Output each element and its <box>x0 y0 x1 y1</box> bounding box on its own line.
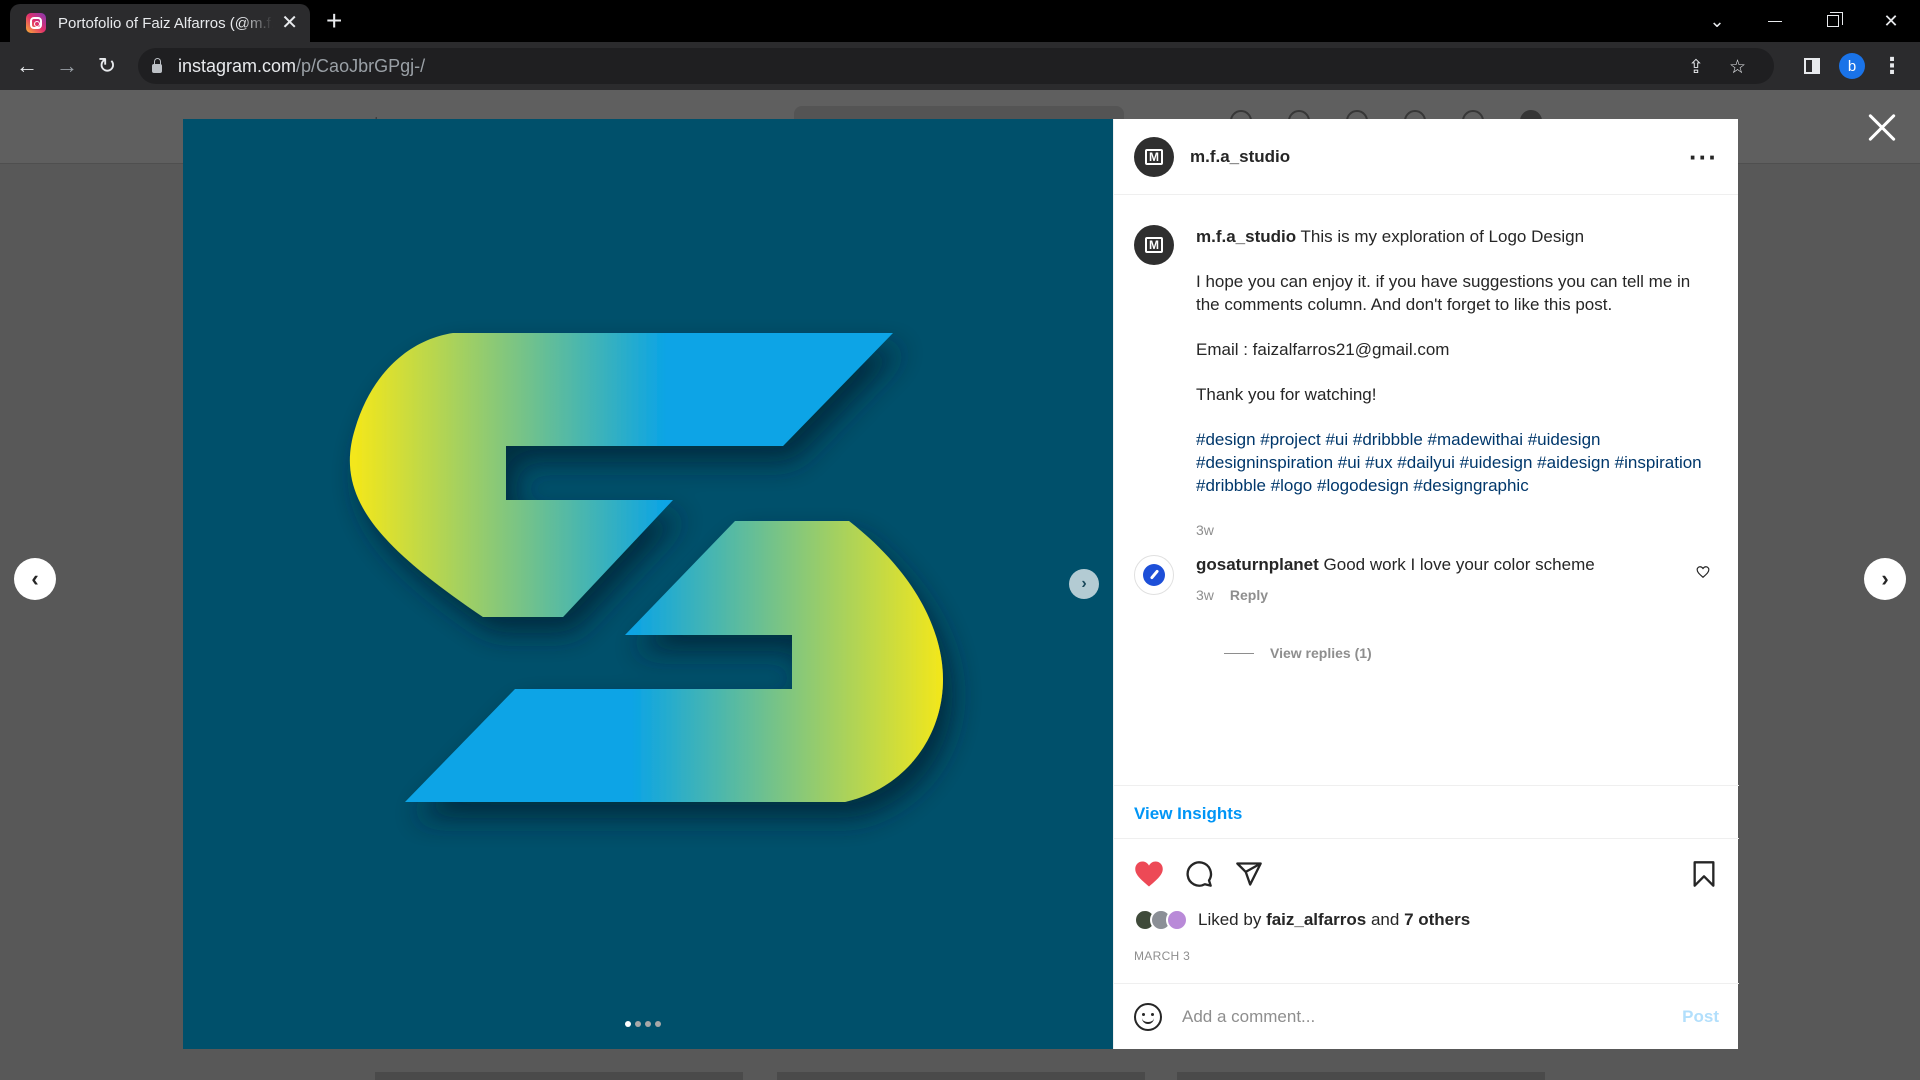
carousel-dot <box>645 1021 651 1027</box>
menu-icon[interactable]: ⋮ <box>1876 50 1908 82</box>
grid-thumb-dimmed <box>375 1072 743 1080</box>
share-paper-plane-icon[interactable] <box>1232 857 1266 891</box>
comment-time[interactable]: 3w <box>1196 587 1214 603</box>
bookmark-star-icon[interactable]: ☆ <box>1729 56 1746 79</box>
tab-title: Portofolio of Faiz Alfarros (@m.f.a_stud… <box>58 14 273 32</box>
reload-icon[interactable]: ↻ <box>91 50 123 82</box>
more-options-icon[interactable]: ··· <box>1689 144 1718 170</box>
instagram-favicon-icon <box>26 13 46 33</box>
url-host: instagram.com <box>178 55 297 76</box>
window-close-button[interactable]: ✕ <box>1862 0 1920 42</box>
like-heart-icon[interactable] <box>1132 857 1166 891</box>
new-tab-button[interactable]: + <box>326 6 342 36</box>
post-actions <box>1114 849 1739 899</box>
carousel-next-button[interactable]: › <box>1069 569 1099 599</box>
caption-username[interactable]: m.f.a_studio <box>1196 227 1296 246</box>
carousel-dot <box>635 1021 641 1027</box>
caption-hashtags[interactable]: #design #project #ui #dribbble #madewith… <box>1196 428 1716 497</box>
post-media[interactable]: › <box>183 119 1113 1049</box>
liker-avatars[interactable] <box>1134 909 1188 931</box>
side-panel-icon[interactable] <box>1796 50 1828 82</box>
comment-like-heart-icon[interactable] <box>1696 565 1710 579</box>
liked-by-prefix: Liked by <box>1198 910 1262 929</box>
carousel-dots <box>625 1021 661 1027</box>
post-comment-button[interactable]: Post <box>1682 1007 1719 1027</box>
grid-thumb-dimmed <box>777 1072 1145 1080</box>
comment-input[interactable] <box>1182 1006 1683 1027</box>
caption-avatar[interactable]: M <box>1134 225 1174 265</box>
likes-summary: Liked by faiz_alfarros and 7 others <box>1134 909 1470 931</box>
lock-icon[interactable] <box>152 58 162 73</box>
liked-by-others[interactable]: 7 others <box>1404 910 1470 930</box>
caption-thanks: Thank you for watching! <box>1196 385 1377 404</box>
restore-button[interactable] <box>1804 0 1862 42</box>
liked-by-and: and <box>1370 910 1400 929</box>
avatar-logo-mark: M <box>1145 148 1163 165</box>
caption-email: Email : faizalfarros21@gmail.com <box>1196 340 1450 359</box>
previous-post-button[interactable]: ‹ <box>14 558 56 600</box>
caption: M m.f.a_studio This is my exploration of… <box>1134 225 1719 542</box>
carousel-dot <box>655 1021 661 1027</box>
minimize-button[interactable] <box>1746 0 1804 42</box>
comment-item: gosaturnplanet Good work I love your col… <box>1134 555 1719 661</box>
share-icon[interactable]: ⇪ <box>1688 56 1704 79</box>
carousel-dot <box>625 1021 631 1027</box>
tab-search-chevron-icon[interactable]: ⌄ <box>1688 0 1746 42</box>
comment-text: Good work I love your color scheme <box>1323 555 1595 574</box>
author-username[interactable]: m.f.a_studio <box>1190 147 1290 167</box>
forward-icon[interactable]: → <box>51 50 83 82</box>
post-header: M m.f.a_studio ··· <box>1114 119 1738 195</box>
post-date[interactable]: MARCH 3 <box>1134 949 1190 963</box>
avatar-logo-mark: M <box>1145 237 1163 253</box>
grid-thumb-dimmed <box>1177 1072 1545 1080</box>
add-comment-bar: Post <box>1114 983 1739 1049</box>
close-modal-icon[interactable] <box>1862 108 1902 148</box>
caption-first-line: This is my exploration of Logo Design <box>1300 227 1585 246</box>
view-replies-button[interactable]: View replies (1) <box>1224 645 1372 661</box>
author-avatar[interactable]: M <box>1134 136 1174 177</box>
commenter-avatar[interactable] <box>1134 555 1174 595</box>
tab-close-icon[interactable]: ✕ <box>281 13 298 33</box>
caption-paragraph: I hope you can enjoy it. if you have sug… <box>1196 272 1691 314</box>
emoji-icon[interactable] <box>1134 1002 1162 1031</box>
caption-time[interactable]: 3w <box>1196 519 1716 542</box>
profile-initial: b <box>1839 53 1865 79</box>
next-post-button[interactable]: › <box>1864 558 1906 600</box>
comment-bubble-icon[interactable] <box>1182 857 1216 891</box>
url-text[interactable]: instagram.com/p/CaoJbrGPgj-/ <box>178 56 425 77</box>
post-side-panel: M m.f.a_studio ··· M m.f.a_studio This i… <box>1113 119 1739 1049</box>
s-logo-artwork <box>349 333 943 802</box>
address-bar[interactable]: instagram.com/p/CaoJbrGPgj-/ ⇪ ☆ <box>138 48 1774 84</box>
browser-tab-bar: Portofolio of Faiz Alfarros (@m.f.a_stud… <box>0 0 1920 42</box>
save-bookmark-icon[interactable] <box>1687 857 1721 891</box>
liker-avatar <box>1166 909 1188 931</box>
profile-avatar[interactable]: b <box>1836 50 1868 82</box>
browser-tab[interactable]: Portofolio of Faiz Alfarros (@m.f.a_stud… <box>10 4 310 42</box>
url-path: /p/CaoJbrGPgj-/ <box>296 55 426 76</box>
reply-button[interactable]: Reply <box>1230 587 1268 603</box>
back-icon[interactable]: ← <box>11 50 43 82</box>
view-insights-link[interactable]: View Insights <box>1114 785 1739 839</box>
browser-toolbar: ← → ↻ instagram.com/p/CaoJbrGPgj-/ ⇪ ☆ b… <box>0 42 1920 90</box>
commenter-username[interactable]: gosaturnplanet <box>1196 555 1319 574</box>
liked-by-user[interactable]: faiz_alfarros <box>1266 910 1366 930</box>
post-modal: › M m.f.a_studio ··· M m.f.a_studio This… <box>183 119 1739 1049</box>
